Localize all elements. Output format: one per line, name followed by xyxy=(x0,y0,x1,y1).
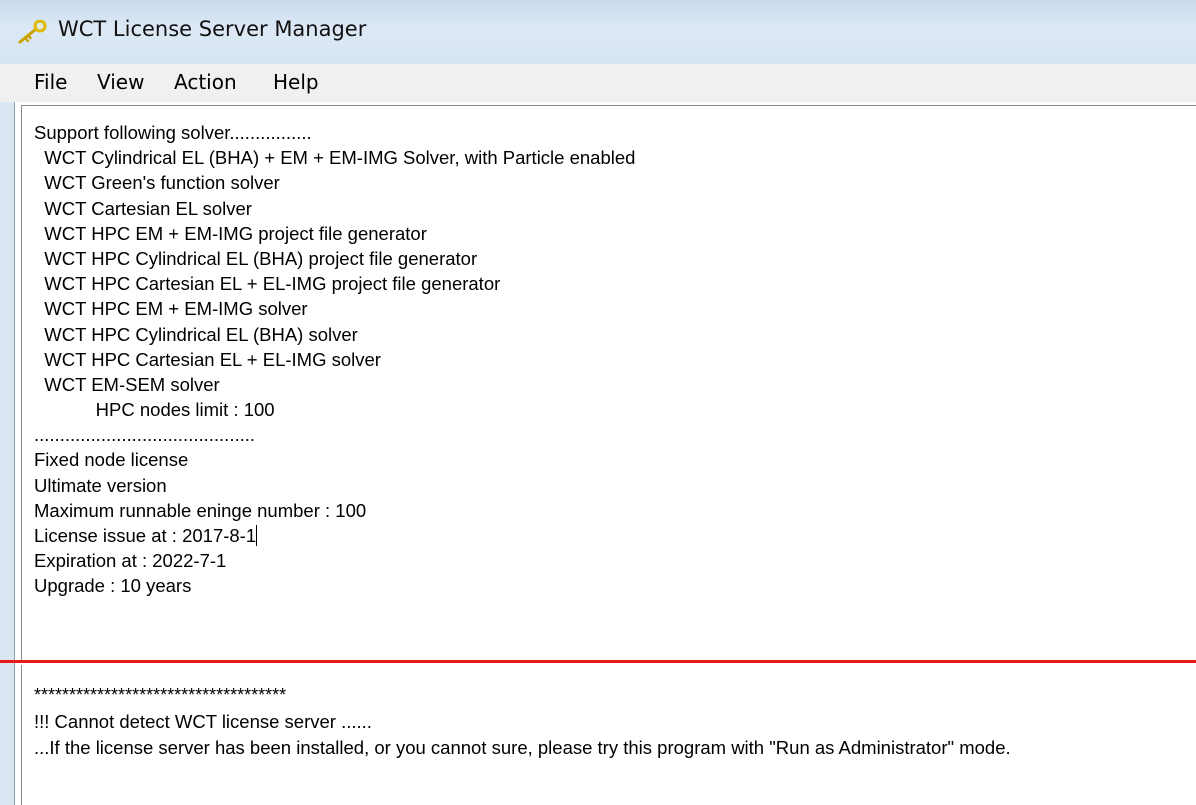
status-log-textbox[interactable]: ************************************ !!!… xyxy=(21,665,1196,805)
title-bar: WCT License Server Manager xyxy=(0,0,1196,64)
license-line: WCT Cartesian EL solver xyxy=(34,197,252,219)
license-line: Upgrade : 10 years xyxy=(34,575,192,597)
license-issue-text: License issue at : 2017-8-1 xyxy=(34,525,257,546)
menu-view[interactable]: View xyxy=(97,70,144,94)
license-line: WCT EM-SEM solver xyxy=(34,373,220,395)
license-line: WCT HPC Cartesian EL + EL-IMG solver xyxy=(34,348,381,370)
license-line: WCT HPC EM + EM-IMG project file generat… xyxy=(34,222,427,244)
status-hint-message: ...If the license server has been instal… xyxy=(34,737,1011,758)
license-line: WCT Green's function solver xyxy=(34,172,280,194)
license-line: Expiration at : 2022-7-1 xyxy=(34,550,227,572)
license-issue-line: License issue at : 2017-8-1 xyxy=(34,523,635,548)
key-icon xyxy=(18,20,47,44)
license-line: WCT HPC Cartesian EL + EL-IMG project fi… xyxy=(34,273,501,295)
license-line: WCT HPC Cylindrical EL (BHA) project fil… xyxy=(34,247,478,269)
status-separator: ************************************ xyxy=(34,685,287,705)
license-info-textbox[interactable]: Support following solver................… xyxy=(21,105,1196,661)
license-line: WCT HPC EM + EM-IMG solver xyxy=(34,298,308,320)
license-line: ........................................… xyxy=(34,424,256,446)
text-cursor xyxy=(256,525,258,546)
license-line: Fixed node license xyxy=(34,449,189,471)
license-line: WCT HPC Cylindrical EL (BHA) solver xyxy=(34,323,358,345)
license-line: Support following solver................ xyxy=(34,122,312,143)
menu-file[interactable]: File xyxy=(34,70,67,94)
window-title: WCT License Server Manager xyxy=(58,17,367,41)
red-divider-line xyxy=(0,660,1196,663)
status-error-message: !!! Cannot detect WCT license server ...… xyxy=(34,711,372,732)
license-line: Ultimate version xyxy=(34,474,167,496)
license-line: Maximum runnable eninge number : 100 xyxy=(34,499,367,521)
license-line: HPC nodes limit : 100 xyxy=(34,399,275,421)
license-info-lines: Support following solver................… xyxy=(34,120,635,599)
window-left-frame xyxy=(0,102,15,805)
license-manager-window: WCT License Server Manager File View Act… xyxy=(0,0,1196,805)
license-line: WCT Cylindrical EL (BHA) + EM + EM-IMG S… xyxy=(34,147,636,169)
menu-bar: File View Action Help xyxy=(0,64,1196,102)
menu-help[interactable]: Help xyxy=(273,70,319,94)
menu-action[interactable]: Action xyxy=(174,70,237,94)
